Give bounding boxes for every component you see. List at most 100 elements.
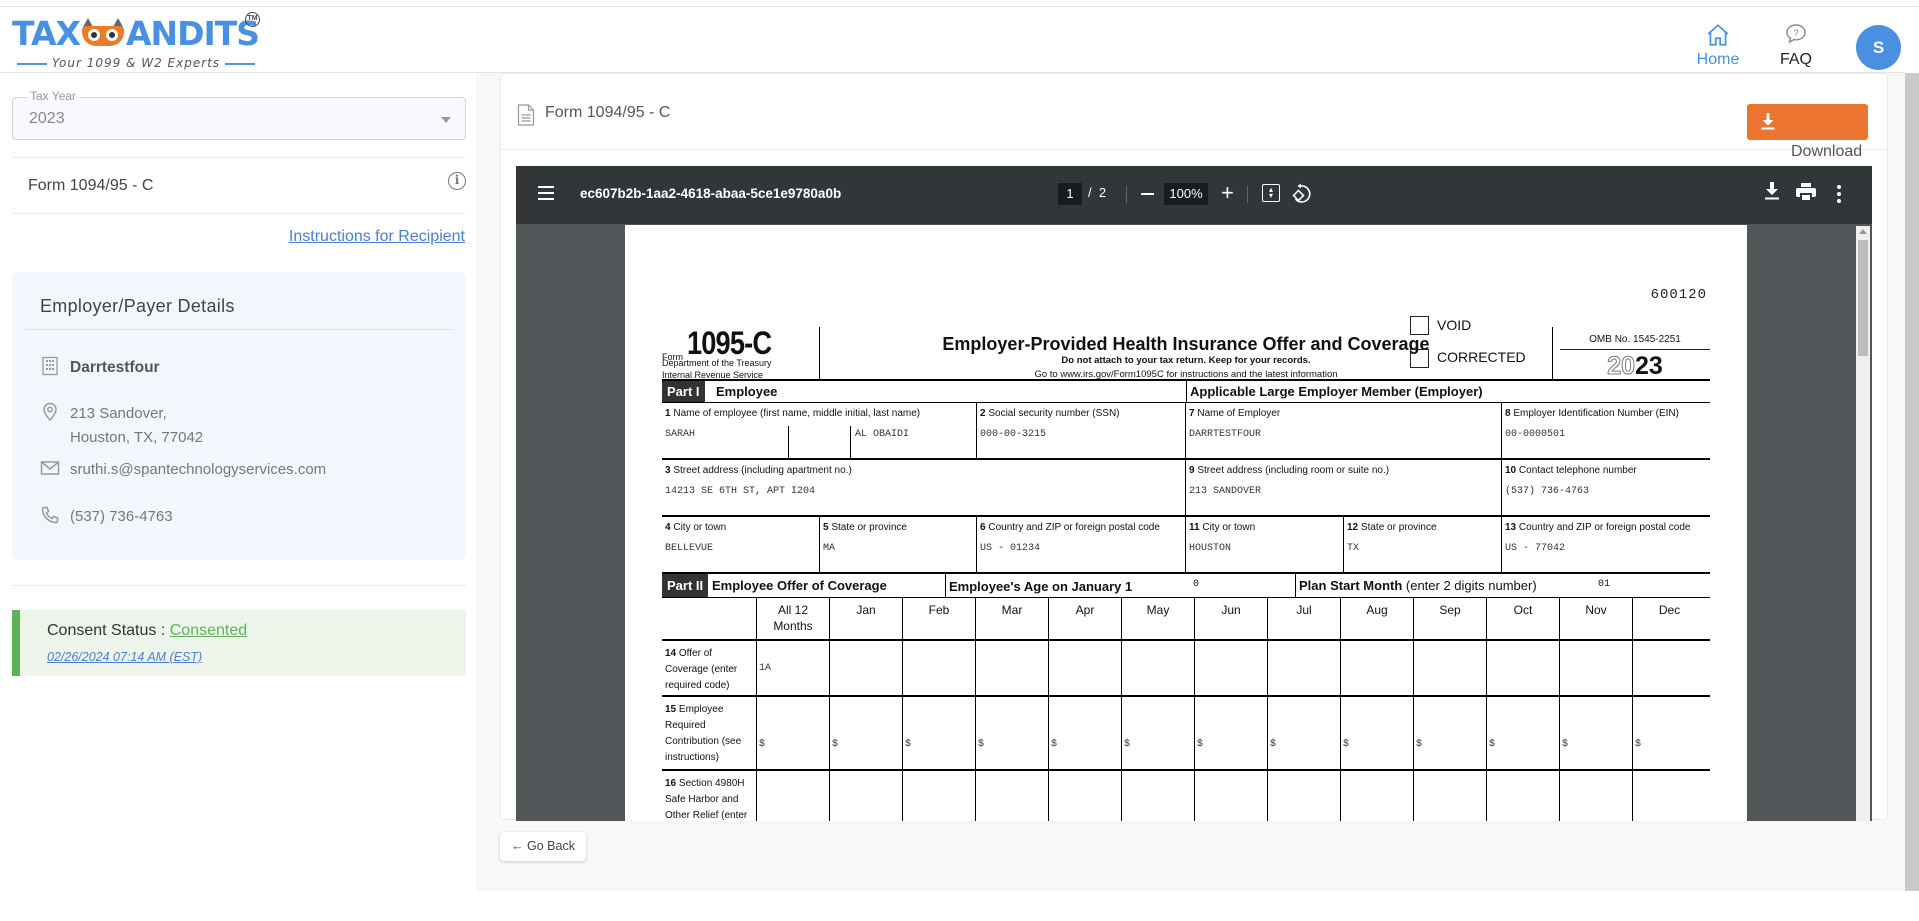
scroll-up-arrow-icon[interactable] xyxy=(1859,229,1867,234)
zoom-in-icon[interactable]: + xyxy=(1221,179,1234,207)
download-button[interactable]: Download xyxy=(1747,104,1868,160)
line14-cell xyxy=(976,641,1049,695)
line15-cell: $ xyxy=(1268,697,1341,769)
line15-value[interactable]: $ xyxy=(1270,739,1276,750)
pdf-viewer[interactable]: ec607b2b-1aa2-4618-abaa-5ce1e9780a0b 1 /… xyxy=(516,166,1872,821)
rotate-icon[interactable] xyxy=(1292,183,1312,205)
line15-cell: $ xyxy=(903,697,976,769)
ein-value: 00-0000501 xyxy=(1505,429,1566,440)
form-row-2: 3 Street address (including apartment no… xyxy=(662,460,1710,517)
line-number: 16 xyxy=(665,778,677,789)
zoom-out-icon[interactable] xyxy=(1141,193,1154,195)
age-value: 0 xyxy=(1193,579,1200,590)
line15-value[interactable]: $ xyxy=(1489,739,1495,750)
month-header-feb: Feb xyxy=(903,598,976,639)
line15-value[interactable]: $ xyxy=(1343,739,1349,750)
pdf-scrollbar[interactable] xyxy=(1856,226,1870,821)
employer-street-value: 213 SANDOVER xyxy=(1189,486,1262,497)
form-grid: Part I Employee Applicable Large Employe… xyxy=(662,379,1710,821)
employee-first-name: SARAH xyxy=(665,429,696,440)
line15-value[interactable]: $ xyxy=(832,739,838,750)
scrollbar-thumb[interactable] xyxy=(1858,240,1868,356)
location-pin-icon xyxy=(43,402,57,422)
field-label: 5 State or province xyxy=(823,522,907,533)
line16-cell xyxy=(1414,771,1487,821)
form-name: Form 1094/95 - C xyxy=(28,177,154,194)
user-avatar[interactable]: S xyxy=(1856,25,1901,70)
go-back-button[interactable]: ← Go Back xyxy=(500,832,586,861)
line14-cell xyxy=(1560,641,1633,695)
nav-home[interactable]: Home xyxy=(1680,14,1756,79)
line15-value[interactable]: $ xyxy=(1197,739,1203,750)
divider xyxy=(12,157,466,158)
logo-wordmark: TAX ANDITS xyxy=(12,14,260,54)
employer-city-value: HOUSTON xyxy=(1189,543,1232,554)
line15-value[interactable]: $ xyxy=(1635,739,1641,750)
page-count: / 2 xyxy=(1088,185,1106,200)
consent-status-link[interactable]: Consented xyxy=(170,622,247,639)
line14-cell xyxy=(1487,641,1560,695)
field-3-street: 3 Street address (including apartment no… xyxy=(662,460,1186,515)
employee-street-value: 14213 SE 6TH ST, APT I204 xyxy=(665,486,816,497)
download-label: Download xyxy=(1791,143,1863,160)
line16-cell xyxy=(1560,771,1633,821)
consent-timestamp-link[interactable]: 02/26/2024 07:14 AM (EST) xyxy=(47,650,202,664)
field-label: 7 Name of Employer xyxy=(1189,408,1281,419)
line15-label-text: 15 Employee Required Contribution (see i… xyxy=(665,702,756,766)
fit-to-page-icon[interactable]: ▴ ▾ xyxy=(1262,184,1280,202)
void-checkbox[interactable] xyxy=(1410,316,1429,335)
line-number: 14 xyxy=(665,648,677,659)
pdf-download-icon[interactable] xyxy=(1764,181,1780,201)
home-icon xyxy=(1707,24,1729,46)
omb-rule xyxy=(1560,349,1710,350)
employee-city-value: BELLEVUE xyxy=(665,543,714,554)
field-label: 11 City or town xyxy=(1189,522,1256,533)
chevron-down-icon xyxy=(441,117,451,123)
field-9-employer-street: 9 Street address (including room or suit… xyxy=(1186,460,1502,515)
field-label: 12 State or province xyxy=(1347,522,1437,533)
field-label: 2 Social security number (SSN) xyxy=(980,408,1120,419)
page-number-input[interactable]: 1 xyxy=(1058,183,1082,205)
age-label: Employee's Age on January 1 xyxy=(945,574,1296,597)
form-department: Department of the Treasury Internal Reven… xyxy=(662,357,772,381)
tax-year-select[interactable]: Tax Year 2023 xyxy=(12,89,466,140)
field-11-employer-city: 11 City or town HOUSTON xyxy=(1186,517,1344,572)
instructions-for-recipient-link[interactable]: Instructions for Recipient xyxy=(289,228,465,246)
menu-icon[interactable] xyxy=(538,186,554,200)
sidebar: Tax Year 2023 Form 1094/95 - C i Instruc… xyxy=(0,73,478,891)
field-7-employer-name: 7 Name of Employer DARRTESTFOUR xyxy=(1186,403,1502,458)
plan-start-value: 01 xyxy=(1598,579,1611,590)
line14-cell xyxy=(1341,641,1414,695)
line15-value[interactable]: $ xyxy=(1562,739,1568,750)
consent-status-panel: Consent Status : Consented 02/26/2024 07… xyxy=(12,610,466,676)
line15-value[interactable]: $ xyxy=(759,739,765,750)
card-header: Form 1094/95 - C Download xyxy=(501,74,1887,160)
form-row: Form 1094/95 - C i xyxy=(12,159,466,215)
nav-faq[interactable]: ? FAQ xyxy=(1766,14,1826,78)
field-5-state: 5 State or province MA xyxy=(820,517,977,572)
page-scrollbar[interactable] xyxy=(1905,73,1919,891)
app-header: TAX ANDITS TM Your 1099 & W2 Experts Home… xyxy=(0,7,1905,79)
part1-employer-title: Applicable Large Employer Member (Employ… xyxy=(1186,381,1483,402)
line15-value[interactable]: $ xyxy=(905,739,911,750)
line14-cell xyxy=(1049,641,1122,695)
line15-value[interactable]: $ xyxy=(1416,739,1422,750)
more-options-icon[interactable] xyxy=(1836,184,1842,204)
line15-value[interactable]: $ xyxy=(1051,739,1057,750)
corrected-label: CORRECTED xyxy=(1437,349,1526,365)
line-label: Offer of Coverage (enter required code) xyxy=(665,648,738,691)
line15-cell: $ xyxy=(1414,697,1487,769)
pdf-page: 600120 Form 1095-C Department of the Tre… xyxy=(625,225,1747,821)
line15-cell: $ xyxy=(1341,697,1414,769)
print-icon[interactable] xyxy=(1796,183,1816,201)
line15-value[interactable]: $ xyxy=(1124,739,1130,750)
consent-status-line: Consent Status : Consented xyxy=(47,622,247,640)
info-icon[interactable]: i xyxy=(448,172,466,190)
corrected-checkbox[interactable] xyxy=(1410,349,1429,368)
line15-value[interactable]: $ xyxy=(978,739,984,750)
header-rule xyxy=(1552,327,1553,379)
zoom-level-input[interactable]: 100% xyxy=(1164,183,1208,205)
line14-value[interactable]: 1A xyxy=(759,663,771,674)
taxbandits-logo[interactable]: TAX ANDITS TM Your 1099 & W2 Experts xyxy=(12,12,262,70)
employer-name: Darrtestfour xyxy=(70,359,160,376)
